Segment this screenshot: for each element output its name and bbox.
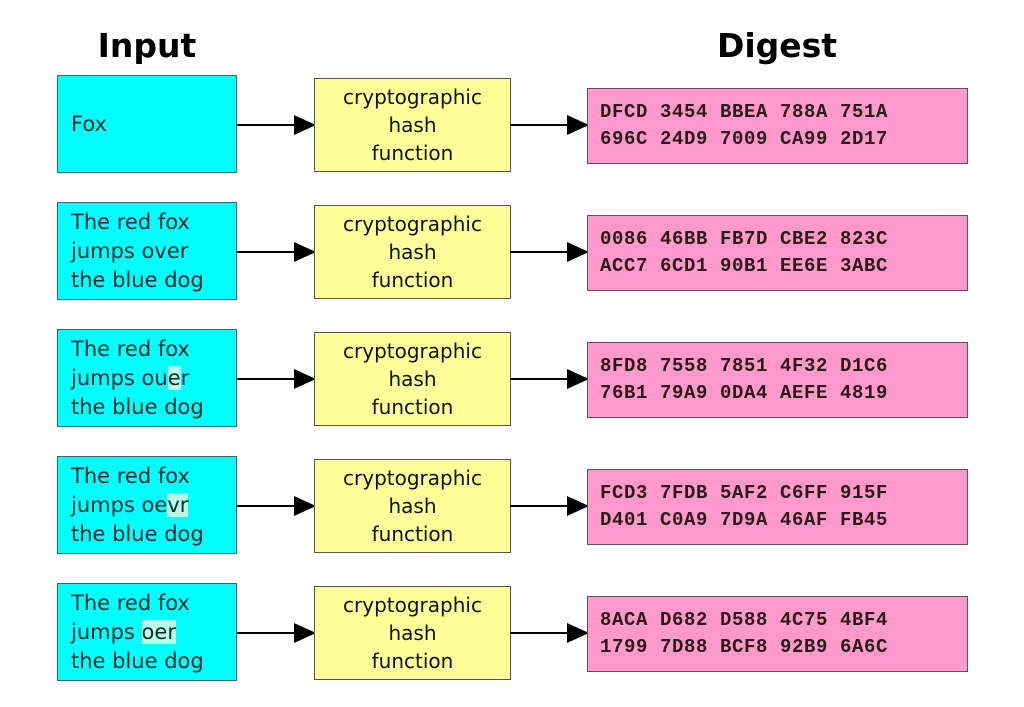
arrow-input-to-hash xyxy=(237,115,316,135)
input-line: The red fox xyxy=(71,462,204,491)
digest-line-1: 8ACA D682 D588 4C75 4BF4 xyxy=(600,609,889,631)
input-text: The red fox jumps oevr the blue dog xyxy=(58,462,204,549)
arrow-input-to-hash xyxy=(237,242,316,262)
input-box: The red fox jumps over the blue dog xyxy=(57,202,237,300)
digest-line-1: 8FD8 7558 7851 4F32 D1C6 xyxy=(600,355,889,377)
input-text-segment: the blue dog xyxy=(71,648,204,673)
input-text-segment: jumps over xyxy=(71,238,189,263)
digest-line-2: ACC7 6CD1 90B1 EE6E 3ABC xyxy=(600,255,889,277)
input-line: The red fox xyxy=(71,589,204,618)
input-text-segment: The red fox xyxy=(71,463,190,488)
input-text-segment: The red fox xyxy=(71,209,190,234)
digest-line-1: 0086 46BB FB7D CBE2 823C xyxy=(600,228,889,250)
digest-line-2: D401 C0A9 7D9A 46AF FB45 xyxy=(600,509,889,531)
input-text-segment: The red fox xyxy=(71,590,190,615)
input-text-segment: the blue dog xyxy=(71,394,204,419)
input-text-segment: jumps ou xyxy=(71,365,168,390)
input-line: the blue dog xyxy=(71,266,204,295)
input-box: The red fox jumps oevr the blue dog xyxy=(57,456,237,554)
input-text-segment: r xyxy=(180,365,190,390)
hash-function-box: cryptographic hash function xyxy=(314,332,511,426)
hash-function-box: cryptographic hash function xyxy=(314,78,511,172)
digest-line-2: 76B1 79A9 0DA4 AEFE 4819 xyxy=(600,382,889,404)
arrow-hash-to-digest xyxy=(510,369,589,389)
input-line: the blue dog xyxy=(71,647,204,676)
arrow-hash-to-digest xyxy=(510,115,589,135)
digest-box: 8FD8 7558 7851 4F32 D1C6 76B1 79A9 0DA4 … xyxy=(587,342,968,418)
changed-text-highlight: oer xyxy=(141,619,176,644)
hash-example-row: The red fox jumps oer the blue dog cryptog… xyxy=(0,583,1024,683)
changed-text-highlight: vr xyxy=(167,492,189,517)
arrow-hash-to-digest xyxy=(510,623,589,643)
digest-line-1: DFCD 3454 BBEA 788A 751A xyxy=(600,101,889,123)
input-line: Fox xyxy=(71,110,107,139)
input-text-segment: jumps xyxy=(71,619,142,644)
input-line: jumps oer xyxy=(71,618,204,647)
digest-line-1: FCD3 7FDB 5AF2 C6FF 915F xyxy=(600,482,889,504)
digest-box: 0086 46BB FB7D CBE2 823C ACC7 6CD1 90B1 … xyxy=(587,215,968,291)
hash-example-row: The red fox jumps over the blue dog crypto… xyxy=(0,202,1024,302)
digest-column-title: Digest xyxy=(716,26,838,65)
input-text-segment: The red fox xyxy=(71,336,190,361)
input-line: The red fox xyxy=(71,208,204,237)
input-text: The red fox jumps over the blue dog xyxy=(58,208,204,295)
hash-function-box: cryptographic hash function xyxy=(314,586,511,680)
arrow-hash-to-digest xyxy=(510,242,589,262)
input-text-segment: the blue dog xyxy=(71,521,204,546)
digest-line-2: 1799 7D88 BCF8 92B9 6A6C xyxy=(600,636,889,658)
digest-line-2: 696C 24D9 7009 CA99 2D17 xyxy=(600,128,889,150)
input-text-segment: the blue dog xyxy=(71,267,204,292)
digest-box: FCD3 7FDB 5AF2 C6FF 915F D401 C0A9 7D9A … xyxy=(587,469,968,545)
input-text-segment: jumps oe xyxy=(71,492,168,517)
hash-function-label: cryptographic hash function xyxy=(343,593,482,673)
input-line: The red fox xyxy=(71,335,204,364)
input-line: jumps oevr xyxy=(71,491,204,520)
hash-function-label: cryptographic hash function xyxy=(343,466,482,546)
input-line: the blue dog xyxy=(71,393,204,422)
arrow-input-to-hash xyxy=(237,623,316,643)
hash-example-row: Fox cryptographic hash function DFCD 345… xyxy=(0,75,1024,175)
changed-text-highlight: e xyxy=(167,365,181,390)
digest-box: DFCD 3454 BBEA 788A 751A 696C 24D9 7009 … xyxy=(587,88,968,164)
input-text: The red fox jumps oer the blue dog xyxy=(58,589,204,676)
arrow-hash-to-digest xyxy=(510,496,589,516)
hash-example-row: The red fox jumps ouer the blue dog crypto… xyxy=(0,329,1024,429)
input-line: jumps ouer xyxy=(71,364,204,393)
hash-example-row: The red fox jumps oevr the blue dog crypto… xyxy=(0,456,1024,556)
hash-function-label: cryptographic hash function xyxy=(343,85,482,165)
input-line: jumps over xyxy=(71,237,204,266)
hash-function-box: cryptographic hash function xyxy=(314,459,511,553)
digest-box: 8ACA D682 D588 4C75 4BF4 1799 7D88 BCF8 … xyxy=(587,596,968,672)
input-column-title: Input xyxy=(97,26,197,65)
hash-function-label: cryptographic hash function xyxy=(343,339,482,419)
hash-function-label: cryptographic hash function xyxy=(343,212,482,292)
input-box: The red fox jumps ouer the blue dog xyxy=(57,329,237,427)
arrow-input-to-hash xyxy=(237,369,316,389)
input-text-segment: Fox xyxy=(71,111,107,136)
input-box: Fox xyxy=(57,75,237,173)
hash-function-box: cryptographic hash function xyxy=(314,205,511,299)
input-line: the blue dog xyxy=(71,520,204,549)
input-text: The red fox jumps ouer the blue dog xyxy=(58,335,204,422)
input-box: The red fox jumps oer the blue dog xyxy=(57,583,237,681)
input-text: Fox xyxy=(58,110,107,139)
arrow-input-to-hash xyxy=(237,496,316,516)
